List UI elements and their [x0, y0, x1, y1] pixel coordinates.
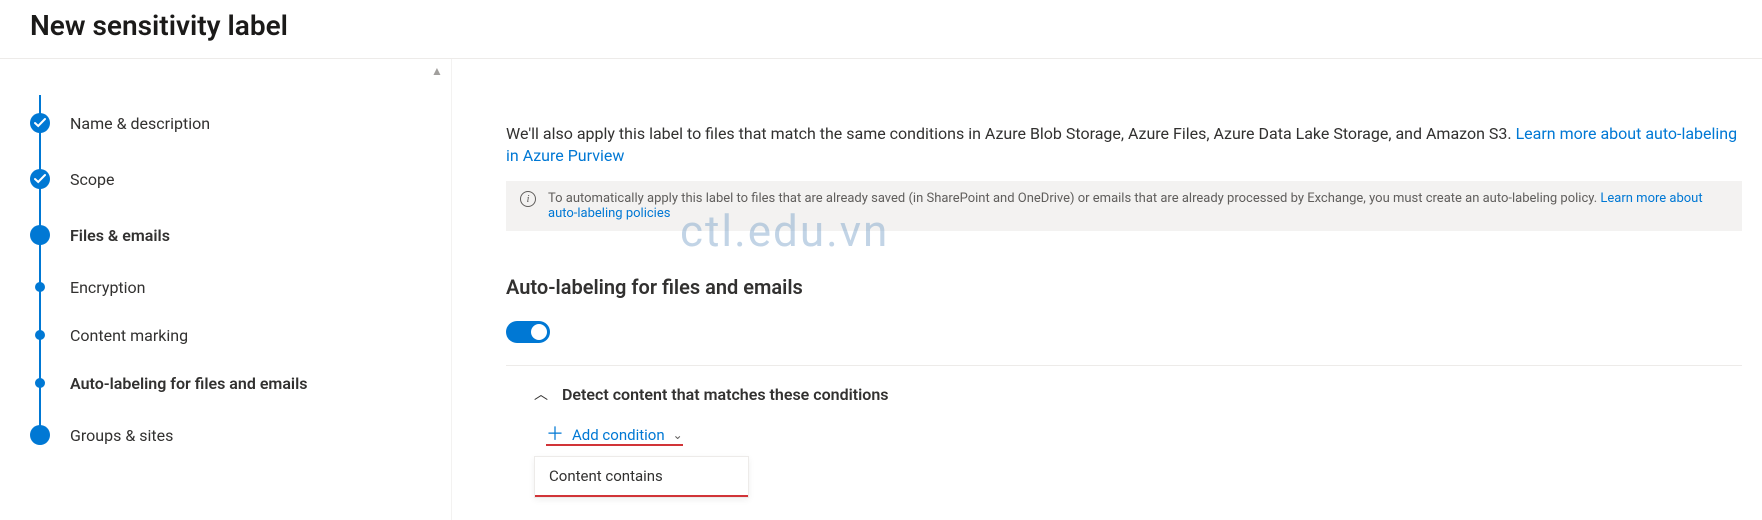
dropdown-option-content-contains[interactable]: Content contains — [535, 457, 748, 497]
content-row: ▲ Name & description Scope Files & email… — [0, 59, 1762, 520]
intro-paragraph: We'll also apply this label to files tha… — [506, 123, 1742, 167]
add-condition-dropdown: Content contains — [534, 456, 749, 498]
scroll-up-icon[interactable]: ▲ — [431, 65, 447, 75]
substep-marker-icon — [35, 378, 45, 388]
add-condition-label: Add condition — [572, 426, 665, 444]
substep-marker-icon — [35, 282, 45, 292]
chevron-up-icon: ︿ — [534, 384, 548, 404]
page-header: New sensitivity label — [0, 0, 1762, 58]
step-label: Content marking — [70, 326, 188, 345]
info-icon: i — [520, 191, 536, 207]
intro-text: We'll also apply this label to files tha… — [506, 124, 1516, 143]
checkmark-icon — [30, 113, 50, 133]
step-content-marking[interactable]: Content marking — [30, 311, 451, 359]
auto-labeling-heading: Auto-labeling for files and emails — [506, 275, 1742, 299]
plus-icon: ＋ — [546, 426, 564, 444]
step-label: Encryption — [70, 278, 146, 297]
clipped-intro: Learn more about auto-labeling for Micro… — [506, 91, 1742, 117]
step-label: Scope — [70, 170, 114, 189]
add-condition-button[interactable]: ＋ Add condition ⌄ — [546, 426, 683, 446]
step-files-emails[interactable]: Files & emails — [30, 207, 451, 263]
auto-labeling-toggle[interactable] — [506, 321, 550, 343]
step-label: Auto-labeling for files and emails — [70, 374, 307, 393]
future-step-marker-icon — [30, 425, 50, 445]
wizard-sidebar: ▲ Name & description Scope Files & email… — [0, 59, 452, 520]
info-message-bar: i To automatically apply this label to f… — [506, 181, 1742, 231]
step-groups-sites[interactable]: Groups & sites — [30, 407, 451, 463]
step-label: Groups & sites — [70, 426, 173, 445]
conditions-title: Detect content that matches these condit… — [562, 385, 889, 404]
page-root: { "header": { "title": "New sensitivity … — [0, 0, 1762, 520]
conditions-section-header[interactable]: ︿ Detect content that matches these cond… — [534, 384, 1742, 404]
step-auto-labeling[interactable]: Auto-labeling for files and emails — [30, 359, 451, 407]
section-rule — [506, 365, 1742, 366]
step-label: Name & description — [70, 114, 210, 133]
step-label: Files & emails — [70, 226, 170, 245]
substep-marker-icon — [35, 330, 45, 340]
page-title: New sensitivity label — [30, 8, 1732, 44]
step-scope[interactable]: Scope — [30, 151, 451, 207]
current-step-marker-icon — [30, 225, 50, 245]
toggle-knob-icon — [531, 324, 547, 340]
checkmark-icon — [30, 169, 50, 189]
step-encryption[interactable]: Encryption — [30, 263, 451, 311]
step-name-description[interactable]: Name & description — [30, 95, 451, 151]
info-text: To automatically apply this label to fil… — [548, 191, 1600, 206]
chevron-down-icon: ⌄ — [673, 428, 683, 442]
main-panel: Learn more about auto-labeling for Micro… — [452, 59, 1762, 520]
